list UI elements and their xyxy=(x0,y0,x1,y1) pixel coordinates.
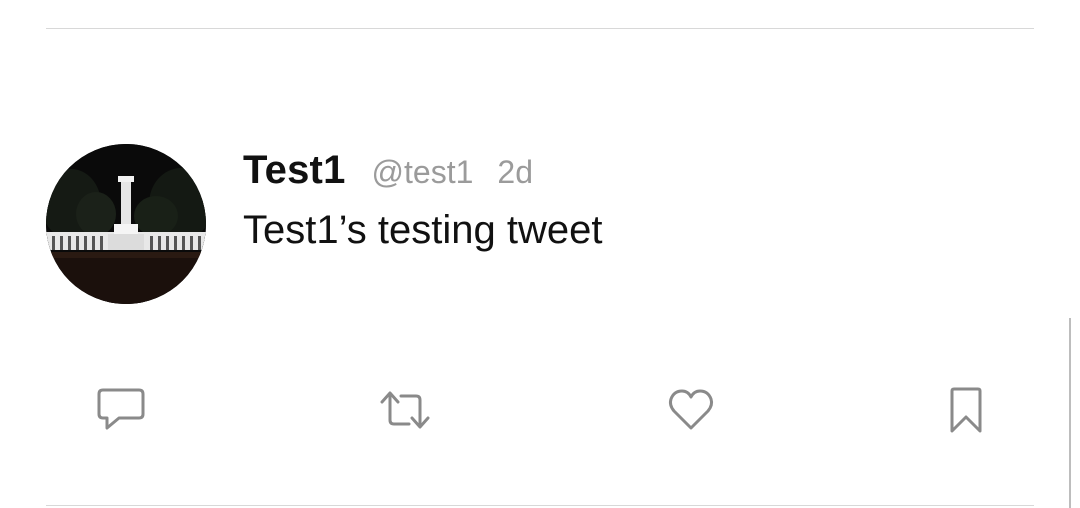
retweet-icon xyxy=(380,391,430,429)
scroll-indicator[interactable] xyxy=(1069,318,1071,508)
tweet-header: Test1 @test1 2d xyxy=(243,148,533,196)
like-button[interactable] xyxy=(665,386,717,434)
tweet-text: Test1’s testing tweet xyxy=(243,208,603,252)
bottom-divider xyxy=(46,505,1034,506)
heart-icon xyxy=(668,389,714,430)
reply-button[interactable] xyxy=(95,386,147,434)
timestamp: 2d xyxy=(497,154,533,190)
bookmark-button[interactable] xyxy=(940,386,992,434)
user-handle[interactable]: @test1 xyxy=(372,154,474,191)
avatar[interactable] xyxy=(46,144,206,304)
reply-icon xyxy=(97,388,145,430)
bookmark-icon xyxy=(950,387,982,433)
avatar-image xyxy=(46,144,206,304)
display-name[interactable]: Test1 xyxy=(243,148,346,193)
tweet-cell[interactable]: Test1 @test1 2d Test1’s testing tweet xyxy=(0,0,1080,508)
retweet-button[interactable] xyxy=(379,386,431,434)
